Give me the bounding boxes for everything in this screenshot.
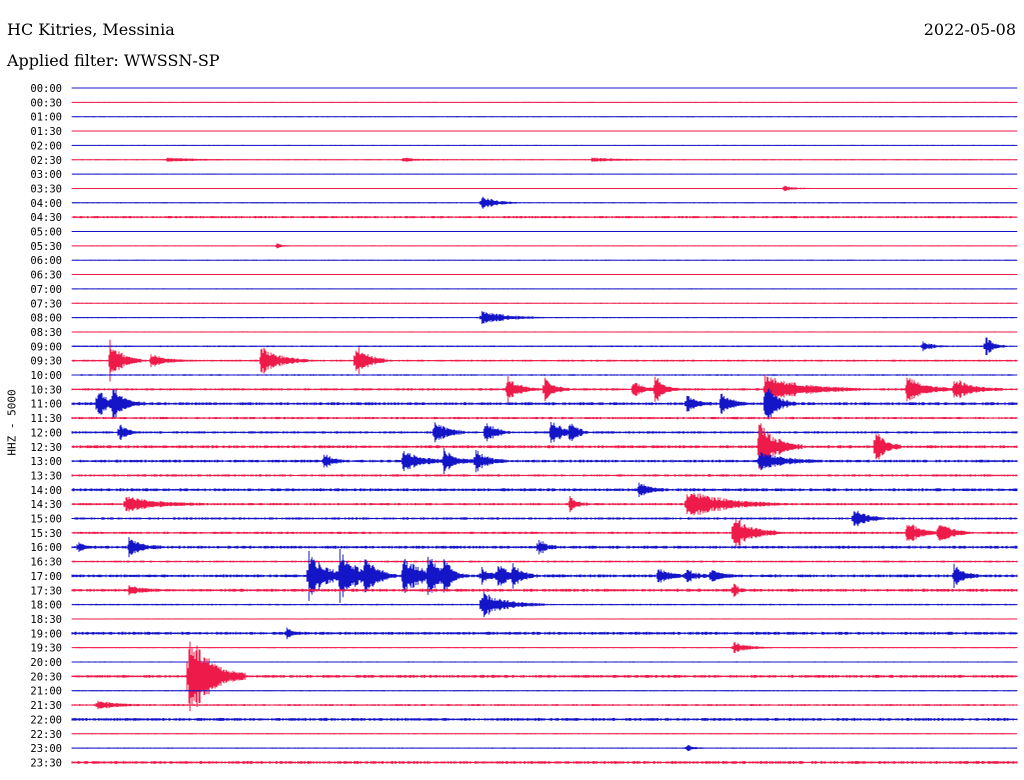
time-label: 00:00 <box>30 83 62 95</box>
time-label: 03:00 <box>30 169 62 181</box>
time-label: 23:30 <box>30 757 62 769</box>
time-label: 14:00 <box>30 485 62 497</box>
time-label: 17:00 <box>30 571 62 583</box>
time-label: 12:30 <box>30 442 62 454</box>
time-label: 16:30 <box>30 557 62 569</box>
time-label: 09:30 <box>30 356 62 368</box>
time-label: 11:30 <box>30 413 62 425</box>
time-label: 10:00 <box>30 370 62 382</box>
time-label: 09:00 <box>30 341 62 353</box>
time-label: 15:00 <box>30 514 62 526</box>
time-label: 18:00 <box>30 600 62 612</box>
time-label: 02:00 <box>30 140 62 152</box>
time-label: 23:00 <box>30 743 62 755</box>
time-label: 01:00 <box>30 112 62 124</box>
time-label: 05:30 <box>30 241 62 253</box>
time-label: 03:30 <box>30 183 62 195</box>
time-label: 17:30 <box>30 585 62 597</box>
time-label: 18:30 <box>30 614 62 626</box>
time-label: 07:00 <box>30 284 62 296</box>
time-label: 13:30 <box>30 470 62 482</box>
time-label: 01:30 <box>30 126 62 138</box>
time-label: 10:30 <box>30 384 62 396</box>
time-label: 12:00 <box>30 427 62 439</box>
time-label: 22:00 <box>30 714 62 726</box>
time-label: 20:00 <box>30 657 62 669</box>
time-label: 07:30 <box>30 298 62 310</box>
time-label: 06:30 <box>30 270 62 282</box>
time-label: 02:30 <box>30 155 62 167</box>
time-label: 13:00 <box>30 456 62 468</box>
time-label: 04:00 <box>30 198 62 210</box>
time-label: 14:30 <box>30 499 62 511</box>
time-label: 08:00 <box>30 313 62 325</box>
helicorder-plot: 00:00 00:30 01:00 01:30 02:00 02:30 03:00 03:30… <box>30 83 1018 769</box>
time-label: 05:00 <box>30 227 62 239</box>
time-label: 06:00 <box>30 255 62 267</box>
time-label: 00:30 <box>30 97 62 109</box>
time-label: 08:30 <box>30 327 62 339</box>
time-label: 20:30 <box>30 671 62 683</box>
time-label: 15:30 <box>30 528 62 540</box>
time-label: 16:00 <box>30 542 62 554</box>
time-label: 11:00 <box>30 399 62 411</box>
time-label: 19:00 <box>30 628 62 640</box>
time-label: 21:30 <box>30 700 62 712</box>
time-label: 22:30 <box>30 729 62 741</box>
time-label: 19:30 <box>30 643 62 655</box>
time-label: 04:30 <box>30 212 62 224</box>
time-label: 21:00 <box>30 686 62 698</box>
